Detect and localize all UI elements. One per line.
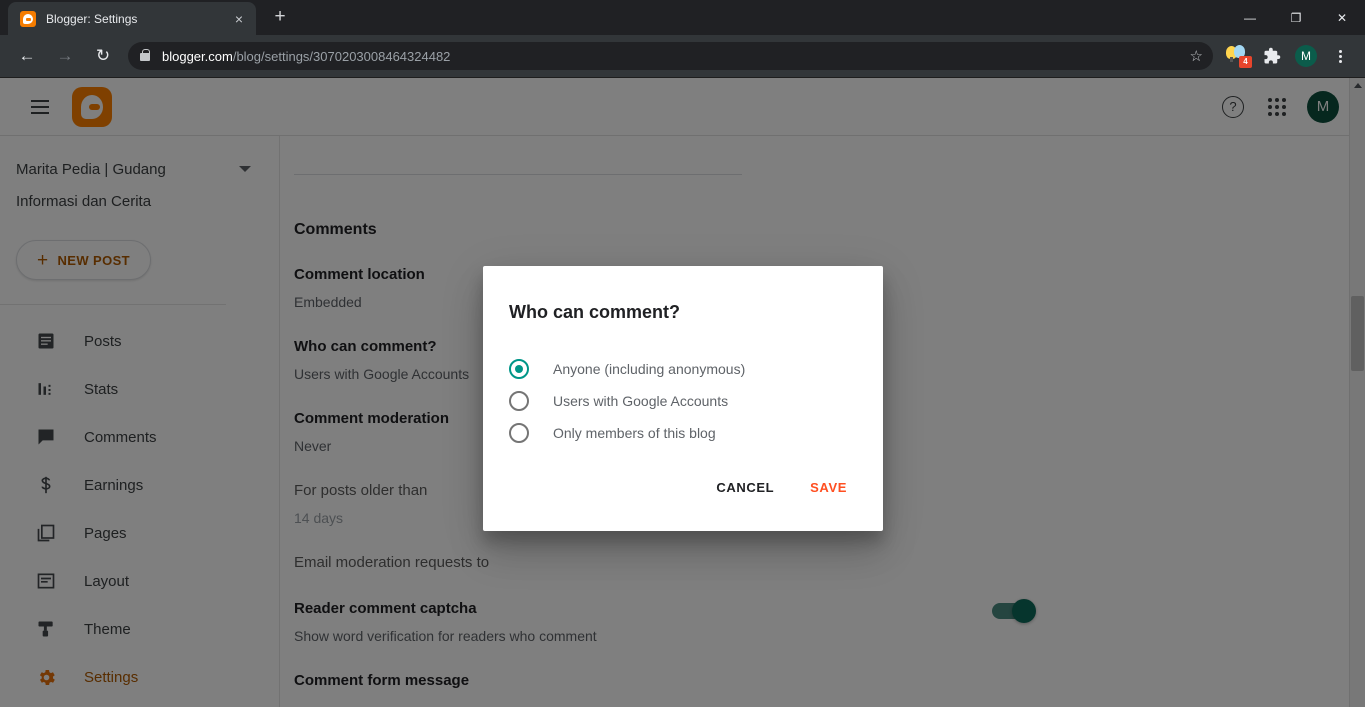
url-path: /blog/settings/3070203008464324482 [232,48,451,64]
url-text: blogger.com/blog/settings/30702030084643… [162,49,450,64]
lightbulb-extension-icon[interactable]: 4 [1224,42,1252,70]
radio-option-google-accounts[interactable]: Users with Google Accounts [507,385,859,417]
radio-icon[interactable] [509,423,529,443]
maximize-icon[interactable]: ❐ [1273,0,1319,35]
browser-chrome: Blogger: Settings × + — ❐ ✕ ← → ↻ blogge… [0,0,1365,78]
radio-label: Users with Google Accounts [553,393,729,409]
browser-menu-icon[interactable] [1326,42,1354,70]
radio-option-anyone[interactable]: Anyone (including anonymous) [507,353,859,385]
blogger-page: ? M Marita Pedia | Gudang Informasi dan … [0,78,1365,707]
chrome-avatar-initial: M [1295,45,1317,67]
lock-icon [140,49,150,61]
address-bar[interactable]: blogger.com/blog/settings/30702030084643… [128,42,1213,70]
radio-label: Anyone (including anonymous) [553,361,746,377]
extensions-puzzle-icon[interactable] [1258,42,1286,70]
bulbs-glyph: 4 [1226,45,1252,68]
extension-badge: 4 [1239,56,1252,68]
url-host: blogger.com [162,48,233,64]
browser-toolbar: ← → ↻ blogger.com/blog/settings/30702030… [0,35,1365,78]
dialog-title: Who can comment? [509,302,681,322]
forward-icon[interactable]: → [49,40,81,72]
tab-title: Blogger: Settings [46,11,138,26]
dialog-actions: CANCEL SAVE [507,472,859,507]
window-controls: — ❐ ✕ [1227,0,1365,35]
blogger-favicon-icon [20,10,36,27]
kebab-glyph [1338,48,1342,65]
radio-group: Anyone (including anonymous) Users with … [507,353,859,449]
close-window-icon[interactable]: ✕ [1319,0,1365,35]
close-tab-icon[interactable]: × [230,10,248,28]
cancel-button[interactable]: CANCEL [706,472,784,503]
radio-icon[interactable] [509,359,529,379]
browser-tab[interactable]: Blogger: Settings × [8,2,256,35]
chrome-profile-avatar[interactable]: M [1292,42,1320,70]
radio-label: Only members of this blog [553,425,716,441]
radio-option-blog-members[interactable]: Only members of this blog [507,417,859,449]
radio-icon[interactable] [509,391,529,411]
reload-icon[interactable]: ↻ [87,40,119,72]
save-button[interactable]: SAVE [800,472,857,503]
new-tab-button[interactable]: + [266,4,294,32]
tab-strip: Blogger: Settings × + — ❐ ✕ [0,0,1365,35]
who-can-comment-dialog: Who can comment? Anyone (including anony… [483,266,883,531]
back-icon[interactable]: ← [11,40,43,72]
bookmark-star-icon[interactable]: ☆ [1190,47,1203,65]
puzzle-glyph [1264,47,1281,64]
minimize-icon[interactable]: — [1227,0,1273,35]
